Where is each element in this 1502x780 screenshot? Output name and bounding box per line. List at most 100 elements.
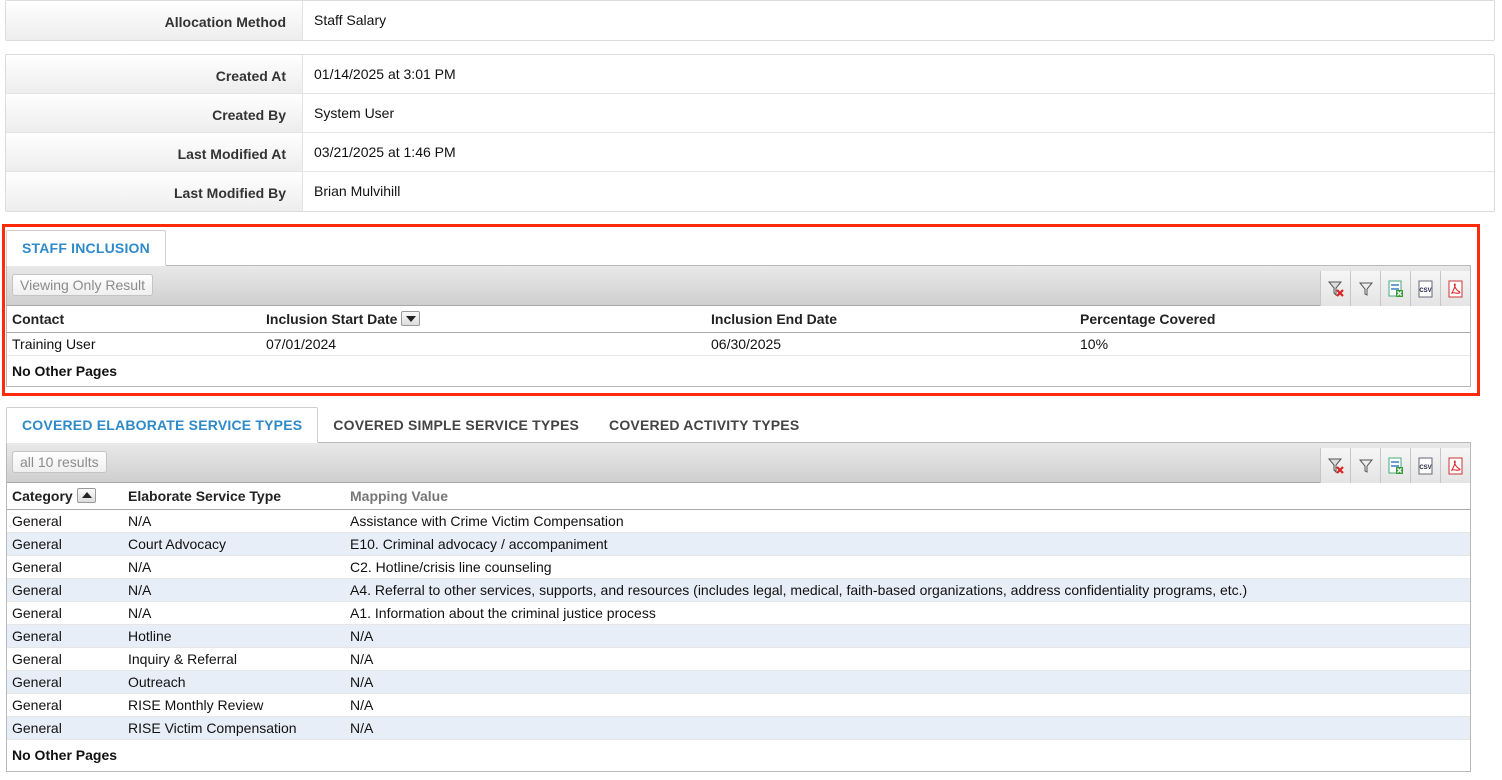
csv-export-icon[interactable]: CSV [1410,271,1440,306]
table-row[interactable]: General Inquiry & Referral N/A [7,647,1470,671]
cell-category: General [7,578,123,602]
detail-label: Allocation Method [6,1,303,40]
tab-covered-elaborate-service-types[interactable]: COVERED ELABORATE SERVICE TYPES [6,407,319,443]
table-header-row: Category Elaborate Service Type Mapping … [7,483,1470,510]
cell-category: General [7,670,123,694]
detail-row-allocation-method: Allocation Method Staff Salary [6,1,1494,40]
table-row[interactable]: General Court Advocacy E10. Criminal advoc… [7,532,1470,556]
cell-category: General [7,509,123,533]
cell-mapping-value: Assistance with Crime Victim Compensatio… [345,509,1470,533]
detail-value: 01/14/2025 at 3:01 PM [314,66,456,82]
pdf-export-icon[interactable] [1440,448,1470,483]
cell-service-type: N/A [123,601,345,625]
staff-inclusion-tabbar: STAFF INCLUSION [6,230,166,266]
table-row[interactable]: General RISE Victim Compensation N/A [7,716,1470,740]
detail-row-last-modified-by: Last Modified By Brian Mulvihill [6,172,1494,211]
detail-row-created-at: Created At 01/14/2025 at 3:01 PM [6,55,1494,94]
column-header-contact[interactable]: Contact [7,306,261,333]
excel-export-icon[interactable] [1380,271,1410,306]
clear-filter-icon[interactable] [1320,271,1350,306]
cell-category: General [7,693,123,717]
cell-service-type: N/A [123,509,345,533]
cell-service-type: RISE Victim Compensation [123,716,345,740]
cell-service-type: Court Advocacy [123,532,345,556]
cell-category: General [7,624,123,648]
detail-label: Last Modified By [6,172,303,211]
detail-value: Staff Salary [314,12,387,28]
table-row[interactable]: General N/A A4. Referral to other services… [7,578,1470,602]
table-row[interactable]: Training User 07/01/2024 06/30/2025 10% [7,332,1470,356]
toolbar-icons: CSV [1320,448,1470,483]
detail-value: 03/21/2025 at 1:46 PM [314,144,456,160]
excel-export-icon[interactable] [1380,448,1410,483]
detail-row-created-by: Created By System User [6,94,1494,133]
covered-elaborate-service-types-table: Category Elaborate Service Type Mapping … [7,483,1470,740]
detail-value: Brian Mulvihill [314,183,401,199]
sort-descending-icon[interactable] [401,310,421,326]
cell-mapping-value: N/A [345,716,1470,740]
cell-category: General [7,716,123,740]
column-header-inclusion-start-date[interactable]: Inclusion Start Date [261,306,706,333]
cell-mapping-value: E10. Criminal advocacy / accompaniment [345,532,1470,556]
column-header-category[interactable]: Category [7,483,123,510]
cell-mapping-value: N/A [345,624,1470,648]
cell-service-type: RISE Monthly Review [123,693,345,717]
cell-category: General [7,555,123,579]
column-header-mapping-value: Mapping Value [345,483,1470,510]
pager-status: No Other Pages [12,362,118,379]
svg-text:CSV: CSV [1419,288,1431,294]
cell-percentage: 10% [1075,332,1470,356]
filter-icon[interactable] [1350,448,1380,483]
detail-label: Created By [6,94,303,132]
cell-service-type: Inquiry & Referral [123,647,345,671]
cell-category: General [7,647,123,671]
cell-service-type: N/A [123,578,345,602]
cell-mapping-value: C2. Hotline/crisis line counseling [345,555,1470,579]
cell-service-type: Outreach [123,670,345,694]
result-count-button[interactable]: all 10 results [12,451,107,473]
cell-mapping-value: N/A [345,670,1470,694]
covered-panel: all 10 results CSV Category Elaborate Se… [6,442,1471,772]
filter-icon[interactable] [1350,271,1380,306]
staff-inclusion-panel: Viewing Only Result CSV Contact Inclusio… [6,265,1471,387]
result-count-button[interactable]: Viewing Only Result [12,274,154,296]
tab-covered-activity-types[interactable]: COVERED ACTIVITY TYPES [594,407,814,443]
table-row[interactable]: General Outreach N/A [7,670,1470,694]
cell-mapping-value: A1. Information about the criminal justi… [345,601,1470,625]
column-header-percentage-covered[interactable]: Percentage Covered [1075,306,1470,333]
cell-service-type: N/A [123,555,345,579]
pdf-export-icon[interactable] [1440,271,1470,306]
tab-staff-inclusion[interactable]: STAFF INCLUSION [6,230,166,266]
column-header-elaborate-service-type[interactable]: Elaborate Service Type [123,483,345,510]
table-row[interactable]: General N/A A1. Information about the crim… [7,601,1470,625]
detail-row-last-modified-at: Last Modified At 03/21/2025 at 1:46 PM [6,133,1494,172]
table-row[interactable]: General N/A C2. Hotline/crisis line counse… [7,555,1470,579]
grid-toolbar: Viewing Only Result CSV [7,266,1470,306]
csv-export-icon[interactable]: CSV [1410,448,1440,483]
covered-tabbar: COVERED ELABORATE SERVICE TYPES COVERED … [6,407,814,443]
svg-text:CSV: CSV [1419,465,1431,471]
pager-status: No Other Pages [12,746,118,763]
sort-ascending-icon[interactable] [76,487,96,503]
table-row[interactable]: General Hotline N/A [7,624,1470,648]
detail-label: Created At [6,55,303,93]
audit-section: Created At 01/14/2025 at 3:01 PM Created… [5,54,1495,212]
cell-contact: Training User [7,332,261,356]
cell-end-date: 06/30/2025 [706,332,1075,356]
table-header-row: Contact Inclusion Start Date Inclusion E… [7,306,1470,333]
cell-mapping-value: N/A [345,647,1470,671]
table-row[interactable]: General N/A Assistance with Crime Victim C… [7,509,1470,533]
tab-covered-simple-service-types[interactable]: COVERED SIMPLE SERVICE TYPES [318,407,594,443]
column-header-inclusion-end-date[interactable]: Inclusion End Date [706,306,1075,333]
detail-value: System User [314,105,395,121]
staff-inclusion-table: Contact Inclusion Start Date Inclusion E… [7,306,1470,356]
allocation-section: Allocation Method Staff Salary [5,0,1495,41]
cell-service-type: Hotline [123,624,345,648]
cell-category: General [7,532,123,556]
grid-toolbar: all 10 results CSV [7,443,1470,483]
table-row[interactable]: General RISE Monthly Review N/A [7,693,1470,717]
cell-start-date: 07/01/2024 [261,332,706,356]
toolbar-icons: CSV [1320,271,1470,306]
clear-filter-icon[interactable] [1320,448,1350,483]
cell-mapping-value: A4. Referral to other services, supports… [345,578,1470,602]
